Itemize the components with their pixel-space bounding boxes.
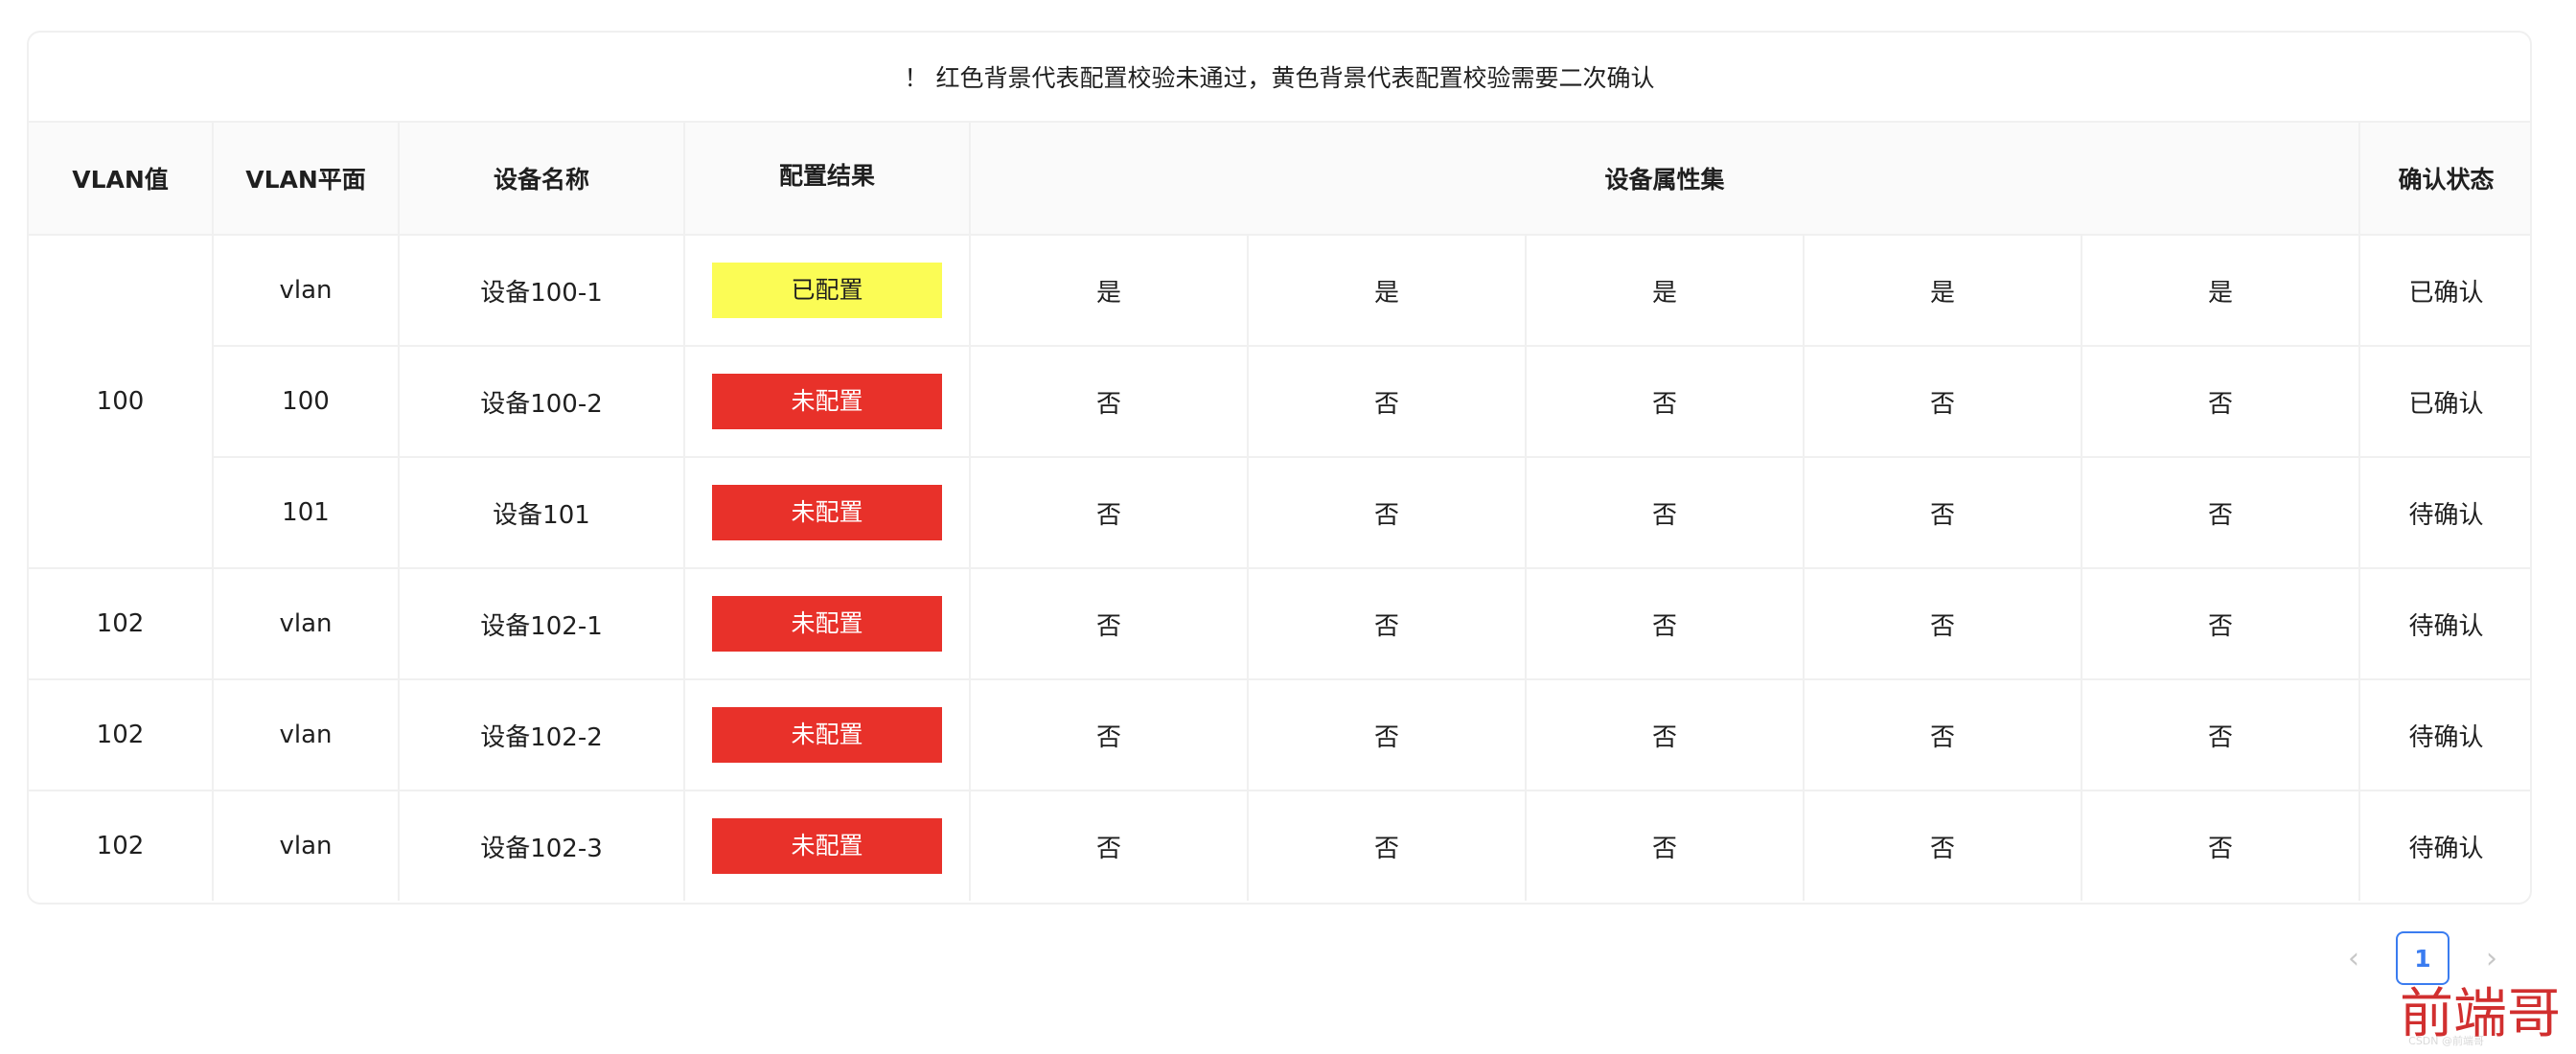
cell-attr: 否 (1526, 790, 1805, 901)
cell-attr: 否 (970, 346, 1249, 458)
header-config-result: 配置结果 (684, 123, 971, 236)
cell-vlan-value: 102 (29, 790, 214, 901)
cell-config-result: 未配置 (684, 457, 971, 569)
header-device-attributes: 设备属性集 (970, 123, 2361, 236)
table-row: 102 vlan 设备102-1 未配置 否 否 否 否 否 待确认 (29, 568, 2530, 680)
cell-attr: 否 (1248, 346, 1527, 458)
cell-vlan-plane: vlan (213, 679, 400, 791)
config-table: VLAN值 VLAN平面 设备名称 配置结果 设备属性集 确认状态 100 vl… (29, 123, 2530, 901)
cell-attr: 否 (1248, 790, 1527, 901)
cell-config-result: 未配置 (684, 346, 971, 458)
table-row: 100 vlan 设备100-1 已配置 是 是 是 是 是 已确认 (29, 235, 2530, 569)
cell-device-name: 设备101 (399, 457, 685, 569)
table-row: 100 设备100-2 未配置 否 否 否 否 否 已确认 (29, 346, 2530, 458)
watermark: 前端哥 (2400, 983, 2561, 1045)
cell-confirm-status: 待确认 (2359, 568, 2530, 680)
cell-attr: 否 (970, 679, 1249, 791)
cell-attr: 是 (1804, 235, 2082, 347)
cell-attr: 否 (1526, 568, 1805, 680)
cell-vlan-value: 102 (29, 568, 214, 680)
cell-confirm-status: 已确认 (2359, 346, 2530, 458)
cell-attr: 是 (1526, 235, 1805, 347)
cell-attr: 否 (2082, 679, 2361, 791)
cell-attr: 否 (970, 568, 1249, 680)
cell-attr: 是 (2082, 235, 2361, 347)
config-result-tag: 未配置 (712, 374, 942, 429)
header-confirm-status: 确认状态 (2359, 123, 2530, 236)
header-vlan-value: VLAN值 (29, 123, 214, 236)
chevron-left-icon[interactable]: ‹ (2340, 942, 2367, 975)
cell-attr: 否 (1526, 679, 1805, 791)
cell-vlan-value: 100 (29, 235, 214, 569)
cell-attr: 否 (1804, 568, 2082, 680)
cell-attr: 否 (1804, 457, 2082, 569)
cell-confirm-status: 待确认 (2408, 834, 2484, 863)
table-header-row: VLAN值 VLAN平面 设备名称 配置结果 设备属性集 确认状态 (29, 123, 2530, 236)
chevron-right-icon[interactable]: › (2478, 942, 2505, 975)
cell-attr: 否 (1804, 346, 2082, 458)
cell-attr: 否 (2082, 790, 2361, 901)
cell-config-result: 未配置 (684, 790, 971, 901)
cell-attr: 否 (1248, 568, 1527, 680)
cell-attr: 是 (1248, 235, 1527, 347)
cell-confirm-status: 待确认 (2359, 679, 2530, 791)
config-table-card: ！ 红色背景代表配置校验未通过，黄色背景代表配置校验需要二次确认 VLAN值 V… (27, 31, 2532, 905)
cell-attr: 否 (2082, 568, 2361, 680)
cell-vlan-plane: vlan (213, 568, 400, 680)
cell-device-name: 设备102-2 (399, 679, 685, 791)
cell-attr: 否 (970, 790, 1249, 901)
config-result-tag: 未配置 (712, 596, 942, 652)
config-result-tag: 未配置 (712, 818, 942, 874)
cell-config-result: 未配置 (684, 679, 971, 791)
cell-attr: 是 (970, 235, 1249, 347)
cell-attr: 否 (1804, 790, 2082, 901)
cell-attr: 否 (1248, 457, 1527, 569)
cell-device-name: 设备100-1 (399, 235, 685, 347)
config-result-tag: 已配置 (712, 263, 942, 318)
table-row: 101 设备101 未配置 否 否 否 否 否 待确认 (29, 457, 2530, 569)
cell-attr: 否 (1804, 679, 2082, 791)
cell-config-result: 已配置 (684, 235, 971, 347)
cell-device-name: 设备102-1 (399, 568, 685, 680)
config-result-tag: 未配置 (712, 485, 942, 540)
config-result-tag: 未配置 (712, 707, 942, 763)
cell-vlan-value: 102 (29, 679, 214, 791)
header-device-name: 设备名称 (399, 123, 685, 236)
table-notice: ！ 红色背景代表配置校验未通过，黄色背景代表配置校验需要二次确认 (29, 33, 2530, 123)
cell-vlan-plane: vlan (213, 235, 400, 347)
cell-attr: 否 (2082, 457, 2361, 569)
cell-confirm-status: 待确认 (2359, 457, 2530, 569)
cell-attr: 否 (1526, 346, 1805, 458)
cell-vlan-plane: 100 (213, 346, 400, 458)
cell-device-name: 设备102-3 (399, 790, 685, 901)
cell-attr: 否 (2082, 346, 2361, 458)
table-row: 102 vlan 设备102-3 未配置 否 否 否 否 否 待确认 (29, 790, 2530, 901)
cell-attr: 否 (970, 457, 1249, 569)
cell-confirm-status: 已确认 (2359, 235, 2530, 347)
cell-attr: 否 (1526, 457, 1805, 569)
table-row: 102 vlan 设备102-2 未配置 否 否 否 否 否 待确认 (29, 679, 2530, 791)
cell-device-name: 设备100-2 (399, 346, 685, 458)
cell-config-result: 未配置 (684, 568, 971, 680)
cell-vlan-plane: vlan (213, 790, 400, 901)
header-vlan-plane: VLAN平面 (213, 123, 400, 236)
cell-vlan-plane: 101 (213, 457, 400, 569)
cell-attr: 否 (1248, 679, 1527, 791)
